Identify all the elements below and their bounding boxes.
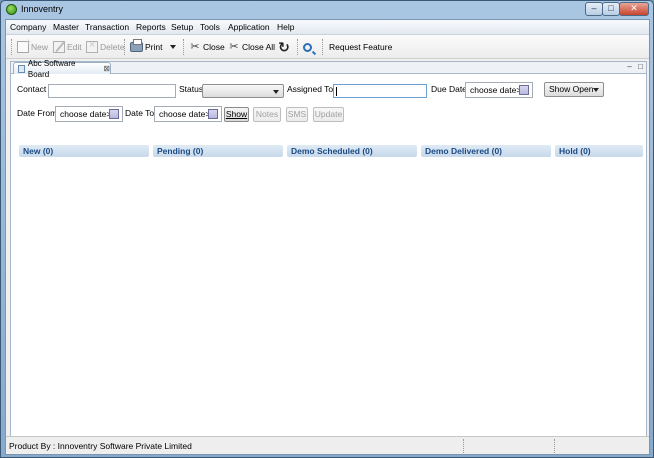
- close-window-button[interactable]: ✕: [619, 2, 649, 16]
- board-editor: Abc Software Board ⊠ – □ Contact Status …: [10, 59, 647, 447]
- notes-button[interactable]: Notes: [253, 107, 281, 122]
- close-all-button[interactable]: ✂ Close All: [228, 39, 275, 55]
- menu-bar: Company Master Transaction Reports Setup…: [6, 20, 649, 35]
- close-button[interactable]: ✂ Close: [189, 39, 225, 55]
- date-to-value: choose date>: [159, 109, 211, 119]
- document-icon: [18, 64, 25, 73]
- calendar-icon[interactable]: [519, 85, 529, 95]
- column-hold: Hold (0): [555, 145, 643, 157]
- delete-icon: [86, 39, 98, 53]
- toolbar-separator: [322, 39, 324, 55]
- calendar-icon[interactable]: [109, 109, 119, 119]
- date-to-label: Date To: [125, 108, 155, 118]
- status-divider: [463, 439, 464, 453]
- delete-button[interactable]: Delete: [86, 39, 125, 55]
- status-divider: [554, 439, 555, 453]
- edit-icon: [53, 41, 65, 53]
- title-bar[interactable]: Innoventry – □ ✕: [1, 1, 653, 19]
- close-button-label: Close: [203, 42, 225, 52]
- print-button[interactable]: Print: [130, 39, 177, 55]
- search-button[interactable]: [303, 39, 312, 55]
- toolbar-grip: [11, 39, 13, 55]
- printer-icon: [130, 39, 143, 52]
- menu-tools[interactable]: Tools: [200, 22, 220, 32]
- chevron-down-icon: [273, 90, 279, 94]
- assigned-to-input[interactable]: [333, 84, 427, 98]
- menu-master[interactable]: Master: [53, 22, 79, 32]
- chevron-down-icon: [593, 88, 599, 92]
- toolbar: New Edit Delete Print ✂ Close ✂: [6, 35, 649, 59]
- date-from-value: choose date>: [60, 109, 112, 119]
- column-pending: Pending (0): [153, 145, 283, 157]
- assigned-to-label: Assigned To: [287, 84, 334, 94]
- show-open-value: Show Open: [549, 84, 594, 94]
- edit-button[interactable]: Edit: [53, 39, 82, 55]
- client-area: Company Master Transaction Reports Setup…: [5, 19, 650, 455]
- tab-label: Abc Software Board: [27, 58, 76, 79]
- window-title: Innoventry: [21, 4, 64, 14]
- tab-close-icon[interactable]: ⊠: [103, 63, 110, 74]
- new-document-icon: [17, 37, 31, 53]
- contact-input[interactable]: [48, 84, 176, 98]
- contact-label: Contact: [17, 84, 47, 94]
- refresh-icon: ↻: [278, 39, 290, 55]
- sms-button[interactable]: SMS: [286, 107, 308, 122]
- status-bar: Product By : Innoventry Software Private…: [6, 436, 649, 454]
- menu-setup[interactable]: Setup: [171, 22, 193, 32]
- due-date-picker[interactable]: choose date>: [465, 82, 533, 98]
- due-date-value: choose date>: [470, 85, 522, 95]
- close-all-icon: ✂: [229, 41, 239, 53]
- menu-company[interactable]: Company: [10, 22, 46, 32]
- tab-abc-software-board[interactable]: Abc Software Board ⊠: [13, 59, 111, 79]
- due-date-label: Due Date: [431, 84, 467, 94]
- new-button-label: New: [31, 42, 49, 52]
- show-button[interactable]: Show: [224, 107, 249, 122]
- update-button[interactable]: Update: [313, 107, 344, 122]
- toolbar-separator: [124, 39, 126, 55]
- request-feature-label: Request Feature: [329, 42, 393, 52]
- maximize-pane-icon[interactable]: □: [636, 63, 645, 72]
- column-new: New (0): [19, 145, 149, 157]
- minimize-button[interactable]: –: [585, 2, 603, 16]
- date-from-label: Date From: [17, 108, 58, 118]
- close-icon: ✂: [190, 41, 200, 53]
- maximize-button[interactable]: □: [602, 2, 620, 16]
- edit-button-label: Edit: [67, 42, 82, 52]
- menu-application[interactable]: Application: [228, 22, 270, 32]
- app-logo-icon: [6, 4, 17, 15]
- print-button-label: Print: [145, 42, 163, 52]
- editor-tab-bar: Abc Software Board ⊠ – □: [11, 59, 646, 79]
- app-window: Innoventry – □ ✕ Company Master Transact…: [0, 0, 654, 458]
- calendar-icon[interactable]: [208, 109, 218, 119]
- search-icon: [303, 42, 312, 52]
- request-feature-button[interactable]: Request Feature: [329, 39, 392, 55]
- menu-reports[interactable]: Reports: [136, 22, 166, 32]
- toolbar-separator: [183, 39, 185, 55]
- delete-button-label: Delete: [100, 42, 125, 52]
- column-demo-scheduled: Demo Scheduled (0): [287, 145, 417, 157]
- column-demo-delivered: Demo Delivered (0): [421, 145, 551, 157]
- menu-transaction[interactable]: Transaction: [85, 22, 129, 32]
- date-to-picker[interactable]: choose date>: [154, 106, 222, 122]
- minimize-pane-icon[interactable]: –: [625, 63, 634, 72]
- status-text: Product By : Innoventry Software Private…: [9, 441, 192, 451]
- text-caret: [336, 87, 337, 96]
- toolbar-separator: [297, 39, 299, 55]
- refresh-button[interactable]: ↻: [278, 39, 290, 55]
- menu-help[interactable]: Help: [277, 22, 294, 32]
- status-label: Status: [179, 84, 204, 94]
- print-dropdown-icon[interactable]: [170, 45, 177, 49]
- date-from-picker[interactable]: choose date>: [55, 106, 123, 122]
- status-select[interactable]: [202, 84, 284, 98]
- show-open-select[interactable]: Show Open: [544, 82, 604, 97]
- close-all-button-label: Close All: [242, 42, 276, 52]
- new-button[interactable]: New: [17, 37, 49, 55]
